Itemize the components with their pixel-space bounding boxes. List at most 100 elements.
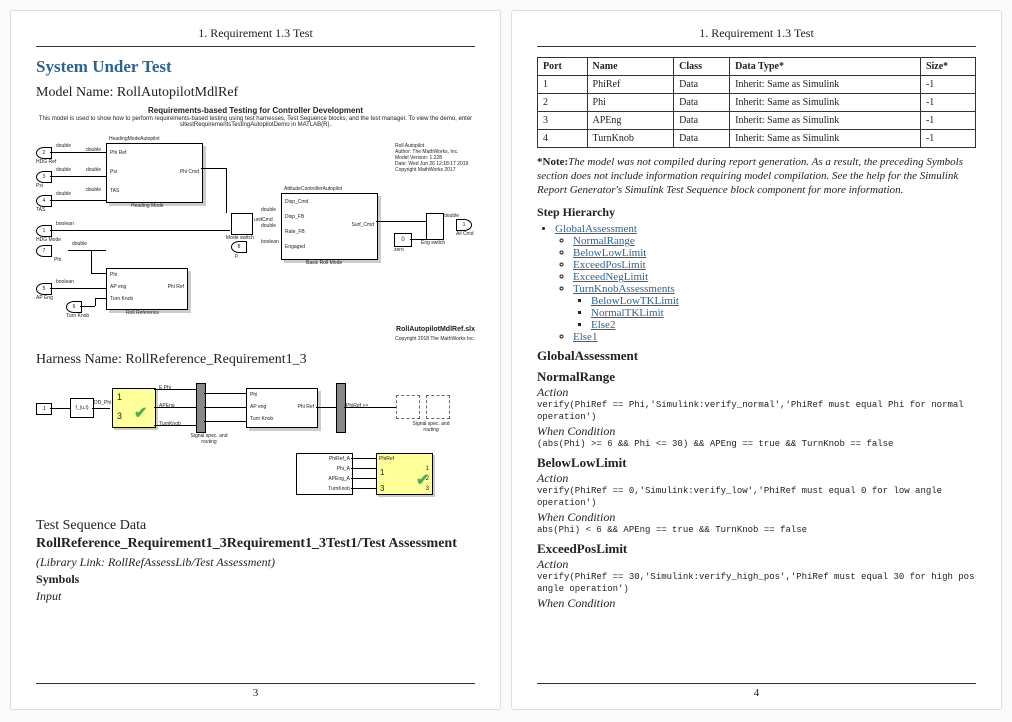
link-normal-tk[interactable]: NormalTKLimit [591,307,664,319]
link-global-assessment[interactable]: GlobalAssessment [555,223,637,235]
cell-dtype: Inherit: Same as Simulink [730,94,921,112]
step-name-bll: BelowLowLimit [537,455,976,471]
cell-dtype: Inherit: Same as Simulink [730,112,921,130]
eng-switch-label: Eng switch [421,240,445,246]
hmb-phi: Phi [250,392,257,398]
wire [351,458,376,459]
wire [95,298,106,299]
sig-l1: Phi_A [337,466,350,472]
harness-term1 [396,395,420,419]
wire [95,298,96,306]
diagram-caption-sub: Copyright 2018 The MathWorks Inc. [36,336,475,342]
model-name-value: RollAutopilotMdlRef [117,85,238,100]
link-exceed-neg-limit[interactable]: ExceedNegLimit [573,271,648,283]
zero-label: zero [394,247,404,253]
cell-dtype: Inherit: Same as Simulink [730,76,921,94]
port-hdg-ref-label: HDG Ref [36,159,56,165]
step-action-code-nr: verify(PhiRef == Phi,'Simulink:verify_no… [537,400,976,423]
note-block: *Note:The model was not compiled during … [537,156,976,197]
cell-class: Data [674,112,730,130]
cell-size: -1 [920,130,975,148]
wire [351,488,376,489]
port-hdg-ref: 2 [36,147,52,159]
step-below-low-limit: BelowLowLimit Action verify(PhiRef == 0,… [537,455,976,536]
harness-apeng: APEng [159,403,175,409]
type-boolean-c3: boolean [261,239,279,245]
port-phi-label: Phi [54,257,61,263]
block-attitude-surfcmd: Surf_Cmd [351,222,374,228]
harness-bus1 [196,383,206,433]
rr-apeng: AP eng [110,284,126,290]
diagram-title: Requirements-based Testing for Controlle… [36,106,475,115]
wire [91,273,106,274]
type-boolean-2: boolean [56,279,74,285]
simulink-diagram: Roll Autopilot Author: The MathWorks, In… [36,133,475,323]
link-below-low-tk[interactable]: BelowLowTKLimit [591,295,679,307]
step-when-code-nr: (abs(Phi) >= 6 && Phi <= 30) && APEng ==… [537,439,976,451]
step-hier-title: Step Hierarchy [537,205,976,220]
rr-phiref: Phi Ref [168,284,184,290]
wire [91,250,92,273]
step-when-label-nr: When Condition [537,424,976,439]
link-turnknob-assess[interactable]: TurnKnobAssessments [573,283,675,295]
model-name-line: Model Name: RollAutopilotMdlRef [36,85,475,101]
page-header: 1. Requirement 1.3 Test [36,26,475,47]
link-else2[interactable]: Else2 [591,319,615,331]
th-class: Class [674,58,730,76]
table-row: 1 PhiRef Data Inherit: Same as Simulink … [538,76,976,94]
th-dtype: Data Type* [730,58,921,76]
section-title: System Under Test [36,57,475,77]
harness-turnknob: TurnKnob [159,421,181,427]
wire [204,421,246,422]
harness-value: RollReference_Requirement1_3 [125,352,306,367]
sig-l2: APEng_A [328,476,350,482]
cell-name: TurnKnob [587,130,674,148]
block-heading-title: HeadingModeAutopilot [109,136,160,142]
port-turn-knob-label: Turn Knob [66,313,89,319]
cell-name: APEng [587,112,674,130]
wire [351,468,376,469]
sig-l3: TurnKnob [328,486,350,492]
yellow-num-1: 1 [117,392,122,402]
harness-diagram: .1 f_(u,t) DD_Phi 1 3 ✔ E Phi APEng Turn… [36,373,475,448]
table-row: 4 TurnKnob Data Inherit: Same as Simulin… [538,130,976,148]
test-seq-path: RollReference_Requirement1_3Requirement1… [36,536,475,553]
type-double-b2: double [86,167,101,173]
wire [50,200,106,201]
link-normal-range[interactable]: NormalRange [573,235,635,247]
link-exceed-pos-limit[interactable]: ExceedPosLimit [573,259,646,271]
ail-cmd-label: Ail Cmd [456,231,474,237]
sig-yellow-1: 1 [380,468,384,477]
cell-dtype: Inherit: Same as Simulink [730,130,921,148]
step-when-label-bll: When Condition [537,510,976,525]
port-phi: 7 [36,245,52,257]
type-double-3: double [56,191,71,197]
page-right: 1. Requirement 1.3 Test Port Name Class … [511,10,1002,710]
cell-port: 3 [538,112,588,130]
wire [201,168,226,169]
block-heading-phicmd: Phi Cmd [180,169,199,175]
page-footer-right: 4 [537,683,976,699]
type-double-4: double [72,241,87,247]
test-seq-title: Test Sequence Data [36,518,475,534]
hmb-turnknob: Turn Knob [250,416,273,422]
rr-phi: Phi [110,272,117,278]
th-size: Size* [920,58,975,76]
type-double-1: double [56,143,71,149]
harness-fcn-block: f_(u,t) [70,398,94,418]
page-footer-left: 3 [36,683,475,699]
port-hdg-mode: 1 [36,225,52,237]
port-turn-knob: 6 [66,301,82,313]
link-below-low-limit[interactable]: BelowLowLimit [573,247,646,259]
block-heading-autopilot: HeadingModeAutopilot Phi Ref Psi TAS Phi… [106,143,203,203]
block-eng-switch [426,213,444,240]
block-mode-switch [231,213,253,235]
block-attitude-engaged: Engaged [285,244,305,250]
lib-link: (Library Link: RollRefAssessLib/Test Ass… [36,555,475,570]
step-hierarchy-list: GlobalAssessment NormalRange BelowLowLim… [537,223,976,343]
link-else1[interactable]: Else1 [573,331,597,343]
block-zero: 0 [394,233,412,247]
type-double-c2: double [261,223,276,229]
harness-main-block: Phi AP eng Turn Knob Phi Ref [246,388,318,428]
wire [154,389,196,390]
